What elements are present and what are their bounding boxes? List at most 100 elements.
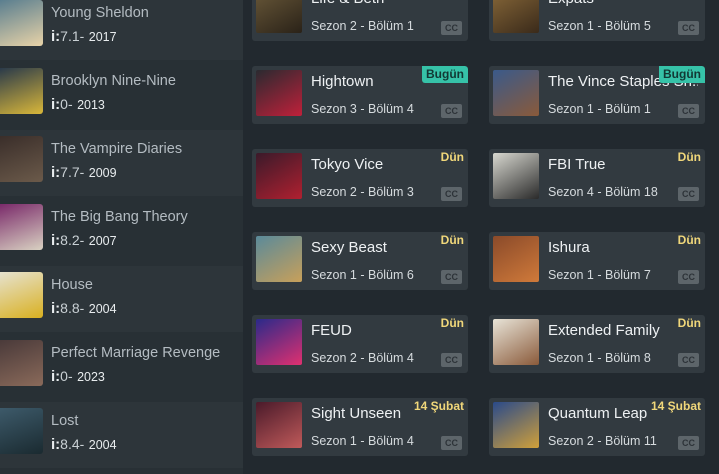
episode-season-number: Sezon 1 - Bölüm 1 — [548, 102, 651, 116]
release-badge: Dün — [440, 233, 464, 247]
episode-season-number: Sezon 1 - Bölüm 5 — [548, 19, 651, 33]
show-rating: 8.8- — [60, 300, 85, 316]
show-poster — [0, 340, 43, 386]
episode-season-number: Sezon 3 - Bölüm 4 — [311, 102, 414, 116]
show-poster — [0, 408, 43, 454]
episode-poster — [493, 319, 539, 365]
episode-poster — [256, 0, 302, 33]
release-badge: Dün — [677, 316, 701, 330]
show-rating: 7.1- — [60, 28, 85, 44]
episode-season-number: Sezon 1 - Bölüm 4 — [311, 434, 414, 448]
show-title: House — [51, 277, 93, 293]
episode-poster — [256, 236, 302, 282]
rating-prefix: i: — [51, 300, 61, 317]
release-badge: Dün — [677, 150, 701, 164]
release-badge: Dün — [440, 316, 464, 330]
show-poster — [0, 136, 43, 182]
cc-icon[interactable]: CC — [678, 270, 699, 284]
cc-icon[interactable]: CC — [441, 353, 462, 367]
episode-season-number: Sezon 2 - Bölüm 1 — [311, 19, 414, 33]
cc-icon[interactable]: CC — [678, 104, 699, 118]
show-rating-line: i:8.2- 2007 — [51, 232, 117, 250]
episode-card[interactable]: FBI True Sezon 4 - Bölüm 18 CC Dün — [489, 149, 705, 207]
show-poster — [0, 272, 43, 318]
episode-poster — [256, 153, 302, 199]
cc-icon[interactable]: CC — [441, 21, 462, 35]
show-year: 2004 — [88, 302, 117, 316]
episode-poster — [493, 402, 539, 448]
show-year: 2009 — [88, 166, 117, 180]
cc-icon[interactable]: CC — [441, 436, 462, 450]
episode-card[interactable]: Expats Sezon 1 - Bölüm 5 CC — [489, 0, 705, 41]
show-rating-line: i:0- 2013 — [51, 96, 105, 114]
show-rating-line: i:8.4- 2004 — [51, 436, 117, 454]
show-rating-line: i:8.8- 2004 — [51, 300, 117, 318]
episode-poster — [493, 70, 539, 116]
rating-prefix: i: — [51, 232, 61, 249]
episode-show-title: Expats — [548, 0, 698, 7]
show-poster — [0, 68, 43, 114]
show-rating-line: i:0- 2023 — [51, 368, 105, 386]
episode-poster — [493, 236, 539, 282]
episode-season-number: Sezon 1 - Bölüm 7 — [548, 268, 651, 282]
episode-season-number: Sezon 1 - Bölüm 6 — [311, 268, 414, 282]
show-rating: 8.4- — [60, 436, 85, 452]
show-rating-line: i:7.1- 2017 — [51, 28, 117, 46]
episode-season-number: Sezon 2 - Bölüm 11 — [548, 434, 657, 448]
sidebar-show-item[interactable]: Perfect Marriage Revenge i:0- 2023 — [0, 334, 243, 400]
release-badge: 14 Şubat — [413, 399, 464, 413]
episode-card[interactable]: Hightown Sezon 3 - Bölüm 4 CC Bugün — [252, 66, 468, 124]
episode-card[interactable]: Extended Family Sezon 1 - Bölüm 8 CC Dün — [489, 315, 705, 373]
cc-icon[interactable]: CC — [678, 353, 699, 367]
release-badge: 14 Şubat — [650, 399, 701, 413]
episode-poster — [256, 319, 302, 365]
show-title: The Vampire Diaries — [51, 141, 183, 157]
episode-season-number: Sezon 1 - Bölüm 8 — [548, 351, 651, 365]
release-badge: Dün — [677, 233, 701, 247]
episode-season-number: Sezon 4 - Bölüm 18 — [548, 185, 658, 199]
show-title: The Big Bang Theory — [51, 209, 188, 225]
cc-icon[interactable]: CC — [678, 187, 699, 201]
episode-card[interactable]: FEUD Sezon 2 - Bölüm 4 CC Dün — [252, 315, 468, 373]
show-year: 2004 — [88, 438, 117, 452]
show-rating: 0- — [60, 96, 73, 112]
cc-icon[interactable]: CC — [441, 104, 462, 118]
show-year: 2023 — [77, 370, 105, 384]
episode-poster — [256, 402, 302, 448]
show-poster — [0, 0, 43, 46]
sidebar-show-item[interactable]: House i:8.8- 2004 — [0, 266, 243, 332]
rating-prefix: i: — [51, 164, 61, 181]
sidebar-show-item[interactable]: The Vampire Diaries i:7.7- 2009 — [0, 130, 243, 196]
episode-poster — [493, 0, 539, 33]
cc-icon[interactable]: CC — [441, 270, 462, 284]
episode-card[interactable]: Sexy Beast Sezon 1 - Bölüm 6 CC Dün — [252, 232, 468, 290]
show-rating: 0- — [60, 368, 73, 384]
episode-poster — [493, 153, 539, 199]
sidebar-show-item[interactable]: Lost i:8.4- 2004 — [0, 402, 243, 468]
episode-season-number: Sezon 2 - Bölüm 4 — [311, 351, 414, 365]
episode-grid: Life & Beth Sezon 2 - Bölüm 1 CC Expats Sezo… — [243, 0, 719, 474]
episode-card[interactable]: Tokyo Vice Sezon 2 - Bölüm 3 CC Dün — [252, 149, 468, 207]
episode-card[interactable]: Life & Beth Sezon 2 - Bölüm 1 CC — [252, 0, 468, 41]
episode-season-number: Sezon 2 - Bölüm 3 — [311, 185, 414, 199]
show-year: 2017 — [88, 30, 117, 44]
episode-card[interactable]: The Vince Staples Sh... Sezon 1 - Bölüm 1… — [489, 66, 705, 124]
cc-icon[interactable]: CC — [441, 187, 462, 201]
episode-card[interactable]: Ishura Sezon 1 - Bölüm 7 CC Dün — [489, 232, 705, 290]
episode-card[interactable]: Sight Unseen Sezon 1 - Bölüm 4 CC 14 Şubat — [252, 398, 468, 456]
sidebar-show-item[interactable]: The Big Bang Theory i:8.2- 2007 — [0, 198, 243, 264]
show-rating: 8.2- — [60, 232, 85, 248]
cc-icon[interactable]: CC — [678, 436, 699, 450]
episode-card[interactable]: Quantum Leap Sezon 2 - Bölüm 11 CC 14 Şubat — [489, 398, 705, 456]
release-badge: Dün — [440, 150, 464, 164]
rating-prefix: i: — [51, 28, 61, 45]
show-title: Brooklyn Nine-Nine — [51, 73, 176, 89]
rating-prefix: i: — [51, 96, 61, 113]
cc-icon[interactable]: CC — [678, 21, 699, 35]
show-rating-line: i:7.7- 2009 — [51, 164, 117, 182]
sidebar-show-item[interactable]: Brooklyn Nine-Nine i:0- 2013 — [0, 62, 243, 128]
show-poster — [0, 204, 43, 250]
release-badge: Bugün — [422, 66, 468, 83]
rating-prefix: i: — [51, 436, 61, 453]
sidebar-show-item[interactable]: Young Sheldon i:7.1- 2017 — [0, 0, 243, 60]
